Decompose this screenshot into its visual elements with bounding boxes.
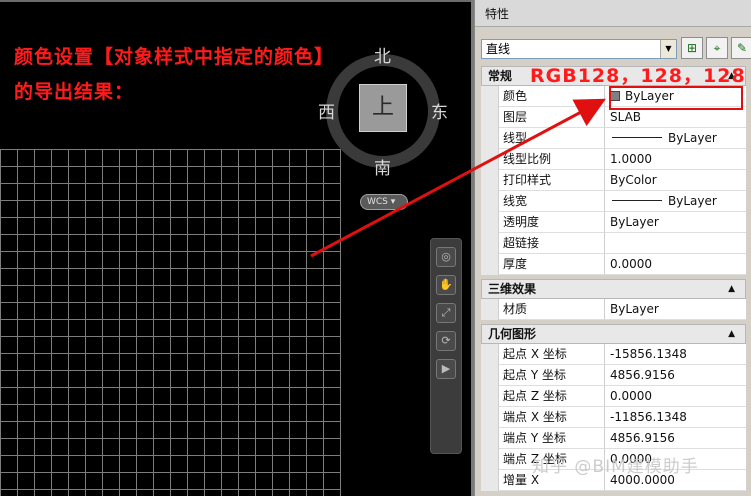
palette-title: 特性 <box>475 0 751 27</box>
property-value[interactable]: -15856.1348 <box>605 344 746 365</box>
property-name: 透明度 <box>499 212 605 233</box>
property-row-material[interactable]: 材质 ByLayer <box>481 299 746 320</box>
section-general-title: 常规 <box>488 69 513 83</box>
property-name: 线宽 <box>499 191 605 212</box>
property-row-lineweight[interactable]: 线宽 ByLayer <box>481 191 746 212</box>
highlight-box <box>609 86 743 110</box>
collapse-arrow-icon[interactable]: ▲ <box>728 325 735 344</box>
section-3d-title: 三维效果 <box>488 282 537 296</box>
property-row-start-y[interactable]: 起点 Y 坐标 4856.9156 <box>481 365 746 386</box>
toggle-pickadd-icon[interactable]: ⊞ <box>681 37 703 59</box>
property-name: 线型 <box>499 128 605 149</box>
select-objects-icon[interactable]: ⌖ <box>706 37 728 59</box>
caption-line-1: 颜色设置【对象样式中指定的颜色】 <box>14 46 335 68</box>
property-value[interactable]: ByColor <box>605 170 746 191</box>
property-value[interactable] <box>605 233 746 254</box>
palette-toolbar: 直线 ▼ ⊞ ⌖ ✎ <box>475 32 751 64</box>
property-name: 材质 <box>499 299 605 320</box>
property-row-start-z[interactable]: 起点 Z 坐标 0.0000 <box>481 386 746 407</box>
property-name: 打印样式 <box>499 170 605 191</box>
compass-east[interactable]: 东 <box>431 98 448 123</box>
property-name: 端点 X 坐标 <box>499 407 605 428</box>
chevron-down-icon[interactable]: ▼ <box>660 40 676 58</box>
orbit-icon[interactable]: ⟳ <box>436 331 456 351</box>
viewcube-top-face[interactable]: 上 <box>359 84 407 132</box>
section-3d-visualization[interactable]: 三维效果 ▲ <box>481 279 746 299</box>
property-row-transparency[interactable]: 透明度 ByLayer <box>481 212 746 233</box>
collapse-arrow-icon[interactable]: ▲ <box>728 280 735 299</box>
property-row-end-y[interactable]: 端点 Y 坐标 4856.9156 <box>481 428 746 449</box>
property-row-end-x[interactable]: 端点 X 坐标 -11856.1348 <box>481 407 746 428</box>
annotation-caption: 颜色设置【对象样式中指定的颜色】 的导出结果： <box>14 40 334 110</box>
rgb-annotation: RGB128，128，128 <box>530 65 746 87</box>
compass-south[interactable]: 南 <box>374 154 391 179</box>
drawing-viewport[interactable]: 颜色设置【对象样式中指定的颜色】 的导出结果： 上 北 南 东 西 WCS ▾ … <box>0 0 471 496</box>
zoom-extents-icon[interactable]: ⤢ <box>436 303 456 323</box>
quick-select-icon[interactable]: ✎ <box>731 37 751 59</box>
property-value[interactable]: -11856.1348 <box>605 407 746 428</box>
property-value[interactable]: SLAB <box>605 107 746 128</box>
property-name: 起点 Y 坐标 <box>499 365 605 386</box>
property-name: 颜色 <box>499 86 605 107</box>
viewcube[interactable]: 上 <box>326 54 440 168</box>
lineweight-preview-icon <box>612 200 662 201</box>
ucs-menu-button[interactable]: WCS ▾ <box>360 194 408 210</box>
property-row-layer[interactable]: 图层 SLAB <box>481 107 746 128</box>
compass-west[interactable]: 西 <box>318 98 335 123</box>
object-type-value: 直线 <box>486 42 511 56</box>
section-geometry-title: 几何图形 <box>488 327 537 341</box>
property-row-linetype[interactable]: 线型 ByLayer <box>481 128 746 149</box>
property-row-linetype-scale[interactable]: 线型比例 1.0000 <box>481 149 746 170</box>
property-value[interactable]: 0.0000 <box>605 386 746 407</box>
property-row-plot-style[interactable]: 打印样式 ByColor <box>481 170 746 191</box>
property-name: 起点 Z 坐标 <box>499 386 605 407</box>
property-row-start-x[interactable]: 起点 X 坐标 -15856.1348 <box>481 344 746 365</box>
drawing-grid <box>0 149 341 496</box>
property-value[interactable]: 4856.9156 <box>605 365 746 386</box>
property-value[interactable]: 4856.9156 <box>605 428 746 449</box>
property-name: 超链接 <box>499 233 605 254</box>
property-row-hyperlink[interactable]: 超链接 <box>481 233 746 254</box>
property-name: 端点 Y 坐标 <box>499 428 605 449</box>
property-row-thickness[interactable]: 厚度 0.0000 <box>481 254 746 275</box>
steering-wheel-icon[interactable]: ◎ <box>436 247 456 267</box>
viewcube-top-label: 上 <box>371 95 394 120</box>
section-geometry[interactable]: 几何图形 ▲ <box>481 324 746 344</box>
compass-north[interactable]: 北 <box>374 42 391 67</box>
property-name: 线型比例 <box>499 149 605 170</box>
property-grid: 常规 ▲ 颜色 ByLayer 图层 SLAB 线型 ByLayer 线型比例 1.00… <box>481 66 746 491</box>
property-name: 图层 <box>499 107 605 128</box>
property-name: 厚度 <box>499 254 605 275</box>
screenshot-root: 颜色设置【对象样式中指定的颜色】 的导出结果： 上 北 南 东 西 WCS ▾ … <box>0 0 751 496</box>
property-value[interactable]: 1.0000 <box>605 149 746 170</box>
watermark: 知乎 @BIM建模助手 <box>532 457 699 477</box>
property-value[interactable]: ByLayer <box>605 212 746 233</box>
caption-line-2: 的导出结果： <box>14 81 135 103</box>
property-value[interactable]: ByLayer <box>605 191 746 212</box>
chevron-down-icon: ▾ <box>390 197 396 207</box>
property-value[interactable]: 0.0000 <box>605 254 746 275</box>
property-name: 起点 X 坐标 <box>499 344 605 365</box>
pan-hand-icon[interactable]: ✋ <box>436 275 456 295</box>
navigation-bar[interactable]: ◎ ✋ ⤢ ⟳ ▶ <box>430 238 462 454</box>
property-value[interactable]: ByLayer <box>605 299 746 320</box>
property-value[interactable]: ByLayer <box>605 128 746 149</box>
linetype-preview-icon <box>612 137 662 138</box>
ucs-label: WCS <box>367 197 388 207</box>
object-type-select[interactable]: 直线 ▼ <box>481 39 677 59</box>
showmotion-icon[interactable]: ▶ <box>436 359 456 379</box>
